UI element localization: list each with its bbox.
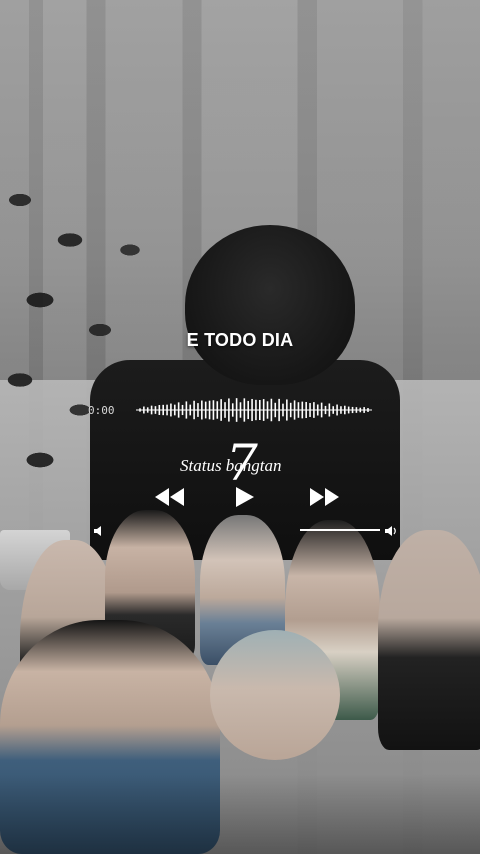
volume-high-icon: [385, 526, 396, 536]
play-button[interactable]: [228, 484, 258, 510]
playback-controls: [0, 484, 480, 510]
audio-waveform-seekbar[interactable]: [136, 396, 372, 424]
song-title: E TODO DIA: [186, 330, 294, 350]
volume-down-button[interactable]: [92, 524, 104, 536]
volume-up-button[interactable]: [384, 524, 398, 536]
current-time: 0:00: [88, 404, 115, 417]
rewind-icon: [155, 488, 184, 506]
rewind-button[interactable]: [152, 484, 188, 510]
brand-text: Status bangtan: [180, 456, 282, 475]
volume-low-icon: [94, 526, 101, 536]
fast-forward-button[interactable]: [306, 484, 342, 510]
volume-control: [92, 520, 404, 540]
play-icon: [236, 487, 254, 507]
music-player-overlay: E TODO DIA 0:00 7 Status bangtan: [0, 0, 480, 854]
volume-slider[interactable]: [300, 529, 380, 531]
fast-forward-icon: [310, 488, 339, 506]
